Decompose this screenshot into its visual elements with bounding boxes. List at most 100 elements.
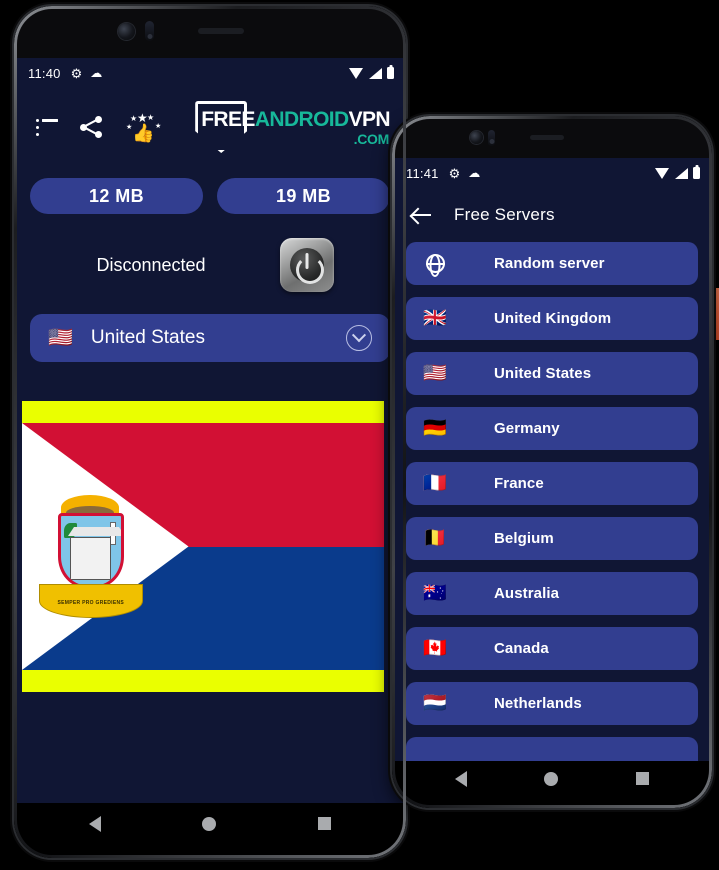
server-name-label: United Kingdom: [494, 310, 612, 327]
phone2-status-bar: 11:41 ⚙ ☁: [392, 158, 712, 188]
server-name-label: Netherlands: [494, 695, 582, 712]
server-list-item[interactable]: 🇺🇸 United States: [406, 352, 698, 395]
status-time: 11:40: [28, 65, 61, 81]
app-logo-main-line: FREEANDROIDVPN: [201, 109, 390, 130]
status-system-icons: [655, 167, 700, 179]
thumbs-up-glyph: 👍: [132, 123, 155, 143]
front-camera-icon: [470, 131, 483, 144]
home-nav-icon[interactable]: [202, 816, 217, 831]
server-name-label: Random server: [494, 255, 605, 272]
battery-icon: [693, 167, 700, 179]
list-menu-icon[interactable]: [36, 118, 58, 136]
edge-peek-element[interactable]: [711, 288, 719, 340]
wifi-icon: [349, 67, 364, 79]
chevron-down-icon[interactable]: [346, 325, 372, 351]
coat-courthouse-icon: [68, 527, 121, 580]
phone2-navigation-bar: [392, 761, 712, 808]
server-list-item[interactable]: 🇩🇪 Germany: [406, 407, 698, 450]
status-notification-icons: ⚙ ☁: [71, 67, 103, 80]
power-glyph: [290, 248, 324, 284]
globe-icon: [422, 254, 448, 273]
server-flag-icon: 🇫🇷: [423, 473, 447, 494]
power-button-icon[interactable]: [280, 238, 334, 292]
server-select-button[interactable]: 🇺🇸 United States: [30, 314, 390, 362]
server-flag-icon: 🇺🇸: [423, 363, 447, 384]
server-name-label: United States: [494, 365, 592, 382]
server-list-item[interactable]: 🇨🇦 Canada: [406, 627, 698, 670]
page-title: Free Servers: [454, 205, 555, 224]
back-nav-icon[interactable]: [454, 770, 467, 787]
phone1-bottom-bezel: [14, 803, 406, 858]
app-toolbar: ★ ★ ★ ★ ★ 👍 FREEANDROIDVPN .COM: [14, 88, 406, 166]
sint-maarten-flag-image: SEMPER PRO GREDIENS: [22, 423, 384, 670]
battery-icon: [387, 67, 394, 79]
server-name-label: Australia: [494, 585, 560, 602]
status-notification-icons: ⚙ ☁: [449, 167, 481, 180]
phone-device-primary: 11:40 ⚙ ☁ ★ ★ ★ ★ ★ 👍 FREEANDROIDVPN .CO…: [14, 6, 406, 858]
server-flag-icon: 🇳🇱: [423, 693, 447, 714]
gear-icon: ⚙: [448, 165, 461, 181]
back-arrow-icon[interactable]: [410, 204, 432, 226]
phone1-status-bar: 11:40 ⚙ ☁: [14, 58, 406, 88]
status-time: 11:41: [406, 165, 439, 181]
cloud-icon: ☁: [468, 166, 481, 180]
server-name-label: Germany: [494, 420, 560, 437]
server-name-label: Belgium: [494, 530, 554, 547]
recents-nav-icon[interactable]: [318, 817, 332, 830]
server-list-item[interactable]: [406, 737, 698, 761]
server-list-item[interactable]: Random server: [406, 242, 698, 285]
app-logo: FREEANDROIDVPN .COM: [191, 99, 392, 155]
phone1-main-content: 12 MB 19 MB Disconnected 🇺🇸 United State…: [14, 178, 406, 362]
signal-icon: [369, 67, 382, 79]
phone1-top-bezel: [14, 6, 406, 58]
server-list-item[interactable]: 🇬🇧 United Kingdom: [406, 297, 698, 340]
connection-status-row: Disconnected: [30, 238, 390, 292]
selected-server-name: United States: [90, 327, 205, 348]
gear-icon: ⚙: [70, 65, 83, 81]
download-usage-pill[interactable]: 12 MB: [30, 178, 203, 214]
home-nav-icon[interactable]: [544, 771, 559, 786]
selected-server-flag-icon: 🇺🇸: [48, 327, 73, 349]
servers-app-bar: Free Servers: [392, 188, 712, 242]
signal-icon: [675, 167, 688, 179]
server-list-item[interactable]: 🇳🇱 Netherlands: [406, 682, 698, 725]
earpiece-speaker: [198, 28, 244, 34]
upload-usage-pill[interactable]: 19 MB: [217, 178, 390, 214]
app-logo-text: FREEANDROIDVPN .COM: [191, 109, 390, 146]
front-camera-icon: [118, 23, 135, 40]
server-name-label: France: [494, 475, 544, 492]
phone-device-secondary: 11:41 ⚙ ☁ Free Servers Random server 🇬🇧 Un…: [392, 116, 712, 808]
logo-part-com: .COM: [353, 130, 390, 147]
earpiece-speaker: [530, 135, 564, 140]
back-nav-icon[interactable]: [88, 815, 101, 832]
phone2-bottom-bezel: [392, 761, 712, 808]
phone2-screen: 11:41 ⚙ ☁ Free Servers Random server 🇬🇧 Un…: [392, 158, 712, 761]
proximity-sensor-icon: [145, 21, 154, 41]
server-name-label: Canada: [494, 640, 549, 657]
coat-motto-text: SEMPER PRO GREDIENS: [57, 600, 125, 607]
proximity-sensor-icon: [488, 130, 495, 146]
server-list[interactable]: Random server 🇬🇧 United Kingdom 🇺🇸 United St…: [392, 242, 712, 761]
server-flag-icon: 🇬🇧: [423, 308, 447, 329]
server-flag-icon: 🇧🇪: [423, 528, 447, 549]
status-system-icons: [349, 67, 394, 79]
server-flag-icon: 🇨🇦: [423, 638, 447, 659]
share-icon[interactable]: [80, 116, 102, 138]
globe-glyph: [425, 254, 445, 273]
logo-part-android: ANDROID: [254, 107, 349, 131]
logo-part-vpn: VPN: [348, 107, 391, 131]
logo-part-free: FREE: [201, 107, 255, 131]
ad-banner[interactable]: SEMPER PRO GREDIENS: [22, 401, 384, 692]
data-usage-row: 12 MB 19 MB: [30, 178, 390, 214]
server-list-item[interactable]: 🇫🇷 France: [406, 462, 698, 505]
cloud-icon: ☁: [90, 66, 103, 80]
server-flag-icon: 🇦🇺: [423, 583, 447, 604]
screenshot-canvas: 11:40 ⚙ ☁ ★ ★ ★ ★ ★ 👍 FREEANDROIDVPN .CO…: [0, 0, 719, 870]
server-list-item[interactable]: 🇧🇪 Belgium: [406, 517, 698, 560]
wifi-icon: [655, 167, 670, 179]
server-list-item[interactable]: 🇦🇺 Australia: [406, 572, 698, 615]
phone1-navigation-bar: [14, 803, 406, 858]
coat-of-arms: SEMPER PRO GREDIENS: [38, 495, 143, 618]
thumbs-up-stars-icon[interactable]: ★ ★ ★ ★ ★ 👍: [124, 112, 164, 142]
recents-nav-icon[interactable]: [636, 772, 650, 785]
